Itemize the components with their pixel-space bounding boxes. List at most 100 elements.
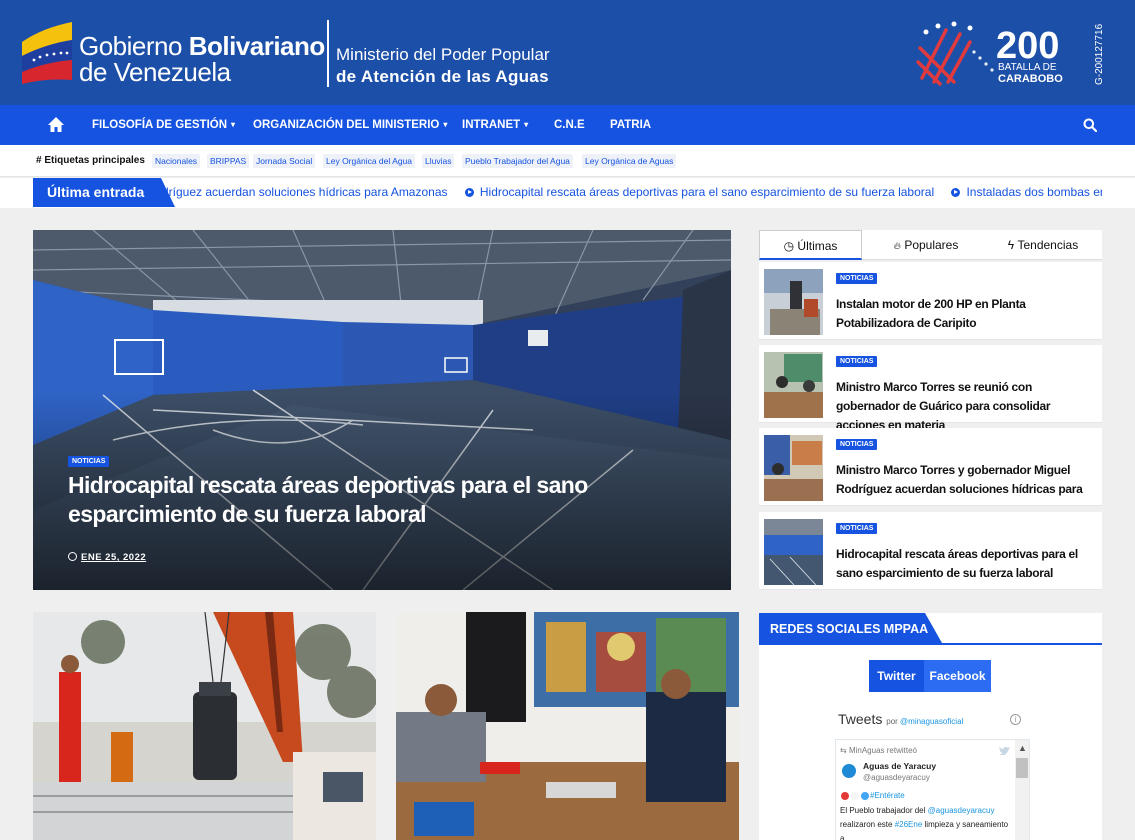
retweet-text: MinAguas retwitteó [848, 746, 917, 755]
government-title: Gobierno Bolivariano de Venezuela [79, 33, 325, 85]
sidebar-tabs: ◷ Últimas 🔥︎ Populares ϟ Tendencias [759, 230, 1102, 260]
article-card[interactable] [396, 612, 739, 840]
ticker-item-text: Hidrocapital rescata áreas deportivas pa… [479, 185, 935, 199]
tab-label: Últimas [797, 239, 838, 253]
tags-title: # Etiquetas principales [36, 155, 145, 166]
tag-nacionales[interactable]: Nacionales [152, 154, 201, 168]
twitter-bird-icon [999, 746, 1010, 755]
tweets-title: Tweets [838, 711, 883, 727]
twitter-tab-button[interactable]: Twitter [869, 660, 924, 692]
tab-label: Tendencias [1017, 238, 1079, 252]
ministry-line1: Ministerio del Poder Popular [336, 45, 550, 64]
hero-date-text: ENE 25, 2022 [81, 552, 147, 563]
ticker-item[interactable]: Hidrocapital rescata áreas deportivas pa… [464, 178, 935, 207]
post-title[interactable]: Hidrocapital rescata áreas deportivas pa… [836, 545, 1096, 583]
nav-intranet[interactable]: INTRANET ▾ [462, 105, 528, 145]
venezuela-flag-logo[interactable] [20, 20, 76, 84]
nav-filosofia[interactable]: FILOSOFÍA DE GESTIÓN ▾ [92, 105, 235, 145]
bolt-icon: ϟ [1007, 238, 1015, 252]
category-badge[interactable]: NOTICIAS [836, 273, 878, 284]
header-divider [327, 20, 329, 87]
tag-lluvias[interactable]: Lluvias [422, 154, 455, 168]
hashtag-icon: # [36, 155, 42, 166]
site-header: Gobierno Bolivariano de Venezuela Minist… [0, 0, 1135, 105]
post-thumbnail [764, 269, 823, 335]
tweets-by: por [886, 717, 901, 726]
post-title[interactable]: Instalan motor de 200 HP en Planta Potab… [836, 295, 1096, 333]
chevron-down-icon: ▾ [524, 120, 529, 129]
hero-title[interactable]: Hidrocapital rescata áreas deportivas pa… [68, 471, 628, 529]
post-thumbnail [764, 352, 823, 418]
tag-ley-organica-aguas[interactable]: Ley Orgánica de Aguas [582, 154, 677, 168]
category-badge[interactable]: NOTICIAS [836, 523, 878, 534]
torch-icon: 🔥︎ [893, 241, 901, 252]
hero-image [33, 230, 731, 590]
tags-bar: # Etiquetas principales Nacionales BRIPP… [0, 145, 1135, 177]
bicentennial-number: 200 [996, 25, 1059, 67]
bicentennial-line1: BATALLA DE [998, 62, 1057, 73]
ministry-line2: de Atención de las Aguas [336, 67, 549, 86]
avatar[interactable] [842, 764, 856, 778]
tag-ley-organica-agua[interactable]: Ley Orgánica del Agua [323, 154, 416, 168]
scrollbar-thumb[interactable] [1016, 758, 1028, 778]
ticker-track: dríguez acuerdan soluciones hídricas par… [162, 178, 1102, 207]
nav-organizacion[interactable]: ORGANIZACIÓN DEL MINISTERIO ▾ [253, 105, 447, 145]
nav-label: C.N.E [554, 119, 585, 131]
sidebar-post[interactable]: NOTICIAS Hidrocapital rescata áreas depo… [759, 512, 1102, 590]
category-badge[interactable]: NOTICIAS [836, 439, 878, 450]
tweets-handle-link[interactable]: @minaguasoficial [900, 717, 963, 726]
tweet-text-part: El Pueblo trabajador del [840, 806, 928, 815]
tab-tendencias[interactable]: ϟ Tendencias [988, 230, 1098, 260]
tweets-header: Tweets por @minaguasoficial [838, 711, 1023, 727]
tag-brippas[interactable]: BRIPPAS [207, 154, 250, 168]
scroll-up-icon[interactable]: ▲ [1018, 743, 1027, 753]
tag-jornada-social[interactable]: Jornada Social [253, 154, 316, 168]
timeline-scrollbar[interactable]: ▲ [1015, 740, 1029, 840]
nav-cne[interactable]: C.N.E [554, 105, 585, 145]
search-icon[interactable] [1083, 118, 1097, 132]
ticker-label: Última entrada [33, 178, 175, 207]
post-title[interactable]: Ministro Marco Torres se reunió con gobe… [836, 378, 1096, 435]
card-image [33, 612, 376, 840]
clock-icon: ◷ [783, 239, 795, 253]
rif-code: G-200127716 [1094, 23, 1105, 85]
tweet-text-part: realizaron este [840, 820, 895, 829]
social-widget: REDES SOCIALES MPPAA Twitter Facebook Tw… [759, 613, 1102, 840]
retweet-label: ⇆ MinAguas retwitteó [840, 746, 917, 755]
main-nav: FILOSOFÍA DE GESTIÓN ▾ ORGANIZACIÓN DEL M… [0, 105, 1135, 145]
bicentenario-carabobo-logo: 200 BATALLA DE CARABOBO [916, 21, 1063, 86]
tweet-mention[interactable]: @aguasdeyaracuy [928, 806, 995, 815]
tweet-author-handle[interactable]: @aguasdeyaracuy [863, 773, 930, 782]
hero-article[interactable]: NOTICIAS Hidrocapital rescata áreas depo… [33, 230, 731, 590]
gov-title-line2: de Venezuela [79, 57, 231, 87]
bicentennial-line2: CARABOBO [998, 73, 1063, 85]
tab-ultimas[interactable]: ◷ Últimas [759, 230, 862, 260]
post-title[interactable]: Ministro Marco Torres y gobernador Migue… [836, 461, 1096, 499]
ticker-item[interactable]: Instaladas dos bombas en p [951, 178, 1102, 207]
info-icon[interactable]: i [1010, 714, 1021, 725]
tweet-hashtag-inline[interactable]: #26Ene [895, 820, 923, 829]
nav-label: FILOSOFÍA DE GESTIÓN [92, 119, 228, 131]
tweet-hashtag[interactable]: #Entérate [870, 791, 905, 800]
sidebar-post[interactable]: NOTICIAS Instalan motor de 200 HP en Pla… [759, 262, 1102, 340]
tab-label: Populares [904, 238, 959, 252]
tweet-timeline[interactable]: ⇆ MinAguas retwitteó Aguas de Yaracuy @a… [835, 739, 1030, 840]
category-badge[interactable]: NOTICIAS [68, 456, 110, 467]
tag-pueblo-trabajador[interactable]: Pueblo Trabajador del Agua [462, 154, 573, 168]
tab-populares[interactable]: 🔥︎ Populares [871, 230, 981, 260]
article-card[interactable] [33, 612, 376, 840]
clock-icon [68, 552, 77, 561]
post-thumbnail [764, 519, 823, 585]
hero-date[interactable]: ENE 25, 2022 [68, 552, 146, 563]
post-thumbnail [764, 435, 823, 501]
category-badge[interactable]: NOTICIAS [836, 356, 878, 367]
nav-patria[interactable]: PATRIA [610, 105, 651, 145]
tweet-author-name[interactable]: Aguas de Yaracuy [863, 761, 936, 771]
sidebar-post[interactable]: NOTICIAS Ministro Marco Torres se reunió… [759, 345, 1102, 432]
home-icon[interactable] [47, 116, 65, 134]
sidebar-post[interactable]: NOTICIAS Ministro Marco Torres y goberna… [759, 428, 1102, 506]
ticker-item[interactable]: dríguez acuerdan soluciones hídricas par… [162, 178, 448, 207]
nav-label: INTRANET [462, 119, 521, 131]
facebook-tab-button[interactable]: Facebook [924, 660, 991, 692]
latest-ticker: Última entrada dríguez acuerdan solucion… [0, 178, 1135, 208]
